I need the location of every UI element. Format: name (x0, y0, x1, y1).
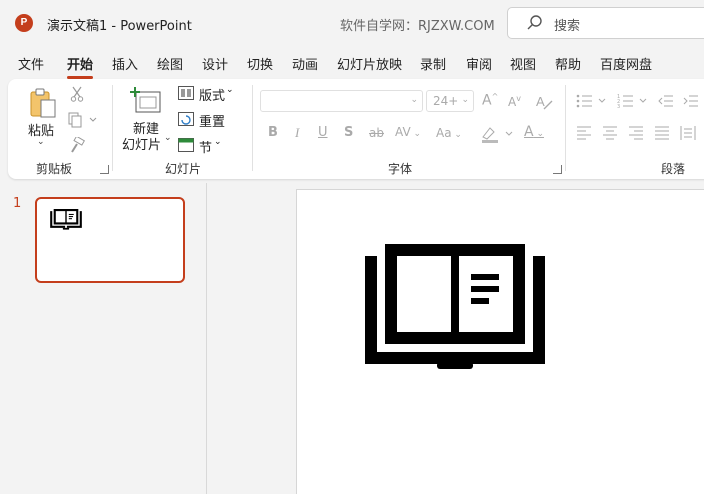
tab-file[interactable]: 文件 (18, 54, 44, 73)
clipboard-group-label: 剪贴板 (36, 162, 73, 176)
shrink-font-button[interactable]: Av (508, 94, 521, 109)
chevron-down-icon: ⌄ (410, 95, 418, 105)
tab-record[interactable]: 录制 (420, 54, 446, 73)
reset-label: 重置 (199, 115, 226, 130)
new-slide-button[interactable]: 新建 幻灯片 ⌄ (122, 87, 172, 159)
bullets-icon[interactable] (576, 93, 608, 109)
group-divider (565, 85, 566, 171)
tab-animations[interactable]: 动画 (292, 54, 318, 73)
chevron-down-icon: ⌄ (226, 85, 234, 95)
increase-indent-icon[interactable] (683, 93, 699, 109)
align-right-icon[interactable] (628, 126, 644, 140)
svg-text:A: A (536, 94, 545, 109)
shrink-font-icon: A (508, 95, 517, 109)
paste-button[interactable]: 粘贴 ⌄ (24, 87, 64, 159)
grow-font-button[interactable]: A^ (482, 92, 498, 109)
search-input[interactable]: 搜索 (507, 7, 704, 39)
change-case-button[interactable]: Aa ⌄ (436, 126, 462, 140)
font-color-button[interactable]: A ⌄ (524, 124, 544, 140)
paragraph-group-label: 段落 (661, 162, 686, 176)
powerpoint-logo-icon: P (15, 14, 33, 32)
dialog-launcher-icon[interactable] (100, 165, 109, 174)
tab-slideshow[interactable]: 幻灯片放映 (337, 54, 402, 73)
tab-view[interactable]: 视图 (510, 54, 536, 73)
chevron-down-icon: ⌄ (461, 95, 469, 105)
section-label: 节 (199, 141, 213, 156)
character-spacing-icon: AV (395, 125, 411, 139)
reset-icon (178, 112, 194, 126)
copy-icon[interactable] (68, 112, 98, 128)
title-bar: P 演示文稿1 - PowerPoint 软件自学网：RJZXW.COM 搜索 (0, 0, 704, 46)
slide-thumbnail[interactable] (35, 197, 185, 283)
change-case-icon: Aa (436, 126, 452, 140)
search-placeholder: 搜索 (554, 19, 581, 34)
tab-review[interactable]: 审阅 (466, 54, 492, 73)
grow-font-icon: A (482, 92, 492, 109)
character-spacing-button[interactable]: AV ⌄ (395, 125, 421, 139)
document-title: 演示文稿1 - PowerPoint (47, 19, 192, 34)
watermark-text: 软件自学网：RJZXW.COM (340, 19, 495, 34)
underline-button[interactable]: U (318, 125, 328, 140)
svg-text:3: 3 (617, 104, 620, 109)
text-shadow-button[interactable]: S (344, 125, 353, 140)
open-book-icon (50, 209, 82, 230)
tab-help[interactable]: 帮助 (555, 54, 581, 73)
chevron-down-icon: ⌄ (37, 137, 45, 147)
layout-icon (178, 86, 194, 100)
font-size-value: 24+ (433, 94, 459, 108)
tab-home[interactable]: 开始 (67, 54, 94, 79)
strikethrough-button[interactable]: ab (369, 126, 384, 140)
slide-number: 1 (13, 196, 22, 211)
font-size-select[interactable]: 24+ ⌄ (426, 90, 474, 112)
dialog-launcher-icon[interactable] (553, 165, 562, 174)
bold-button[interactable]: B (268, 125, 278, 140)
reset-button[interactable]: 重置 (178, 111, 240, 130)
new-slide-label-line2: 幻灯片 (122, 138, 162, 153)
tab-design[interactable]: 设计 (202, 54, 228, 73)
ribbon: 粘贴 ⌄ 剪贴板 新建 幻灯片 ⌄ 版式 ⌄ 重置 节 ⌄ 幻灯片 ⌄ 24+ … (8, 79, 704, 179)
tab-baidu-netdisk[interactable]: 百度网盘 (600, 54, 652, 73)
numbering-icon[interactable]: 1 2 3 (617, 93, 649, 109)
align-left-icon[interactable] (576, 126, 592, 140)
layout-label: 版式 (199, 89, 226, 104)
justify-icon[interactable] (654, 126, 670, 140)
section-button[interactable]: 节 ⌄ (178, 137, 240, 156)
new-slide-icon (130, 87, 161, 113)
format-painter-icon[interactable] (69, 137, 85, 153)
search-icon (527, 15, 542, 30)
cut-icon[interactable] (70, 86, 84, 102)
slides-group-label: 幻灯片 (165, 162, 202, 176)
decrease-indent-icon[interactable] (658, 93, 674, 109)
tab-transitions[interactable]: 切换 (247, 54, 273, 73)
font-group-label: 字体 (388, 162, 413, 176)
slide-canvas[interactable] (296, 189, 704, 494)
tab-insert[interactable]: 插入 (112, 54, 138, 73)
font-name-select[interactable]: ⌄ (260, 90, 423, 112)
chevron-down-icon: ⌄ (164, 133, 172, 143)
clear-formatting-icon[interactable]: A (535, 92, 553, 110)
group-divider (252, 85, 253, 171)
font-color-icon: A (524, 124, 534, 140)
open-book-icon[interactable] (365, 244, 545, 369)
group-divider (112, 85, 113, 171)
layout-button[interactable]: 版式 ⌄ (178, 85, 240, 104)
highlight-color-icon[interactable] (480, 124, 516, 144)
italic-button[interactable]: I (295, 125, 299, 141)
align-center-icon[interactable] (602, 126, 618, 140)
chevron-down-icon: ⌄ (214, 137, 222, 147)
columns-icon[interactable] (680, 125, 696, 141)
paste-icon (30, 88, 56, 118)
tab-draw[interactable]: 绘图 (157, 54, 183, 73)
ribbon-tabs: 文件 开始 插入 绘图 设计 切换 动画 幻灯片放映 录制 审阅 视图 帮助 百… (0, 50, 704, 79)
section-icon (178, 138, 194, 152)
